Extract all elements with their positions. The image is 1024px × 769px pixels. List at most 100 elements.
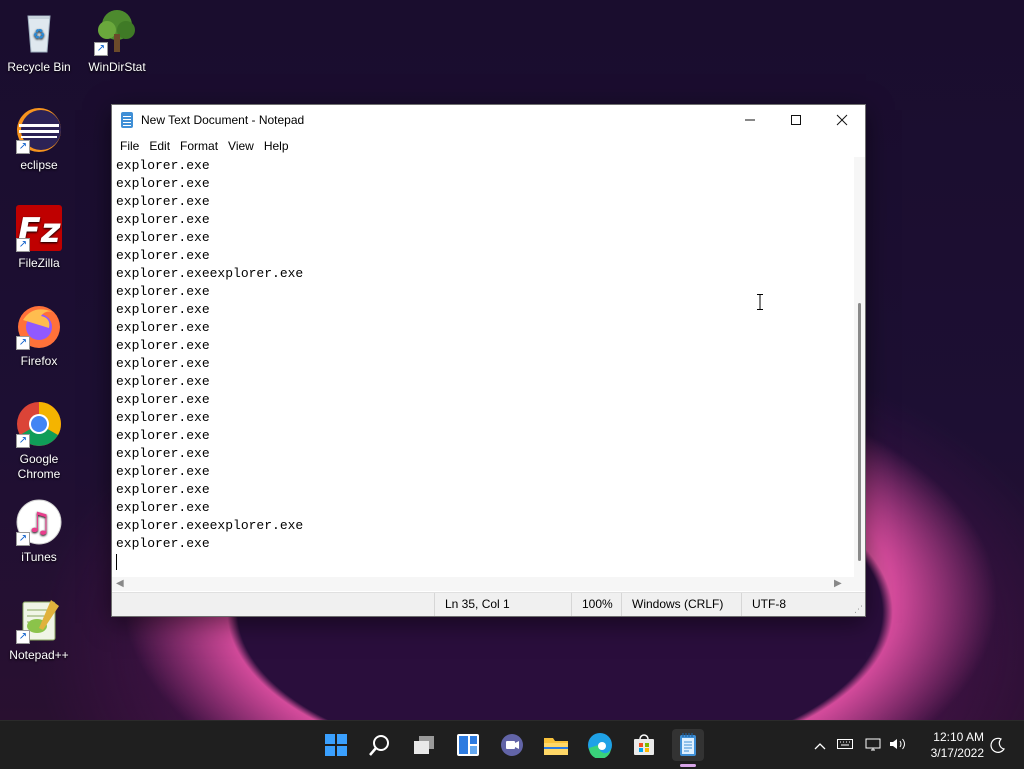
editor-lines: explorer.exe explorer.exe explorer.exe e… [112, 157, 854, 571]
scrollbar-corner [854, 577, 865, 591]
edge-button[interactable] [584, 729, 616, 761]
shortcut-arrow-icon: ↗ [16, 434, 30, 448]
notepad-icon [680, 733, 696, 756]
desktop-icon-windirstat[interactable]: ↗ WinDirStat [78, 8, 156, 75]
text-line: explorer.exe [116, 338, 210, 353]
desktop-icon-recycle-bin[interactable]: ♻ Recycle Bin [0, 8, 78, 75]
close-button[interactable] [819, 105, 865, 135]
clock-date: 3/17/2022 [930, 746, 984, 760]
text-line: explorer.exe [116, 428, 210, 443]
desktop-icon-itunes[interactable]: ♫ ↗ iTunes [0, 498, 78, 565]
window-title: New Text Document - Notepad [141, 113, 305, 127]
widgets-button[interactable] [452, 729, 484, 761]
edge-icon [588, 733, 612, 758]
maximize-icon [791, 115, 801, 125]
menu-help[interactable]: Help [259, 139, 294, 153]
close-icon [836, 114, 848, 126]
active-app-indicator [680, 764, 696, 767]
chrome-icon: ↗ [15, 400, 63, 448]
status-encoding: UTF-8 [741, 593, 842, 616]
desktop-icon-notepad-plus-plus[interactable]: ↗ Notepad++ [0, 596, 78, 663]
notepad-plus-plus-icon: ↗ [15, 596, 63, 644]
text-line: explorer.exe [116, 320, 210, 335]
notepad-icon [121, 112, 133, 128]
text-line: explorer.exe [116, 158, 210, 173]
text-line: explorer.exe [116, 284, 210, 299]
keyboard-icon[interactable] [830, 738, 860, 753]
taskbar: 12:10 AM 3/17/2022 [0, 720, 1024, 769]
text-line: explorer.exe [116, 374, 210, 389]
start-icon [325, 734, 347, 756]
search-button[interactable] [364, 729, 396, 761]
text-line: explorer.exe [116, 356, 210, 371]
file-explorer-button[interactable] [540, 729, 572, 761]
desktop-icon-label: iTunes [21, 550, 57, 564]
desktop-icon-label: Notepad++ [9, 648, 69, 662]
store-icon [634, 734, 654, 755]
text-line: explorer.exeexplorer.exe [116, 518, 304, 533]
firefox-icon: ↗ [15, 302, 63, 350]
start-button[interactable] [320, 729, 352, 761]
caret-line [116, 553, 854, 571]
search-icon [369, 735, 389, 756]
menu-view[interactable]: View [223, 139, 259, 153]
desktop-icon-label: eclipse [20, 158, 58, 172]
text-line: explorer.exe [116, 446, 210, 461]
shortcut-arrow-icon: ↗ [16, 630, 30, 644]
text-editor[interactable]: explorer.exe explorer.exe explorer.exe e… [112, 157, 854, 577]
vertical-scrollbar[interactable] [854, 157, 865, 577]
network-icon[interactable] [860, 737, 886, 754]
desktop-icon-eclipse[interactable]: ↗ eclipse [0, 106, 78, 173]
volume-icon[interactable] [886, 737, 910, 754]
notepad-taskbar-button[interactable] [672, 729, 704, 761]
shortcut-arrow-icon: ↗ [94, 42, 108, 56]
text-line: explorer.exe [116, 212, 210, 227]
desktop-icon-label: WinDirStat [88, 60, 146, 74]
system-tray [810, 721, 930, 769]
ibeam-cursor-icon [757, 294, 763, 310]
chat-button[interactable] [496, 729, 528, 761]
menu-format[interactable]: Format [175, 139, 223, 153]
shortcut-arrow-icon: ↗ [16, 238, 30, 252]
status-zoom: 100% [571, 593, 622, 616]
scroll-left-icon[interactable]: ◀ [116, 578, 124, 589]
menu-file[interactable]: File [115, 139, 144, 153]
resize-grip-icon[interactable]: ⋰ [854, 604, 863, 615]
text-line: explorer.exe [116, 194, 210, 209]
svg-text:♻: ♻ [33, 27, 46, 43]
task-view-button[interactable] [408, 729, 440, 761]
status-cursor-position: Ln 35, Col 1 [434, 593, 569, 616]
text-line: explorer.exe [116, 536, 210, 551]
desktop-icon-label: Recycle Bin [7, 60, 71, 74]
text-line: explorer.exe [116, 392, 210, 407]
minimize-button[interactable] [727, 105, 773, 135]
text-line: explorer.exe [116, 176, 210, 191]
show-hidden-icons-icon[interactable] [810, 738, 830, 753]
text-line: explorer.exe [116, 500, 210, 515]
task-view-icon [414, 736, 434, 754]
title-bar[interactable]: New Text Document - Notepad [112, 105, 865, 135]
notification-moon-icon[interactable] [990, 737, 1006, 758]
recycle-bin-icon: ♻ [15, 8, 63, 56]
notepad-window[interactable]: New Text Document - Notepad File Edit Fo… [111, 104, 866, 617]
text-caret [116, 553, 117, 570]
desktop-icon-filezilla[interactable]: Fz ↗ FileZilla [0, 204, 78, 271]
desktop-icon-label: Firefox [20, 354, 58, 368]
windirstat-icon: ↗ [93, 8, 141, 56]
horizontal-scrollbar[interactable]: ◀ ▶ [112, 577, 854, 591]
text-line: explorer.exeexplorer.exe [116, 266, 304, 281]
menu-edit[interactable]: Edit [144, 139, 175, 153]
maximize-button[interactable] [773, 105, 819, 135]
clock[interactable]: 12:10 AM 3/17/2022 [931, 729, 984, 761]
vertical-scroll-thumb[interactable] [858, 303, 861, 561]
desktop-icon-google-chrome[interactable]: ↗ Google Chrome [0, 400, 78, 482]
desktop-icon-firefox[interactable]: ↗ Firefox [0, 302, 78, 369]
store-button[interactable] [628, 729, 660, 761]
shortcut-arrow-icon: ↗ [16, 532, 30, 546]
shortcut-arrow-icon: ↗ [16, 140, 30, 154]
filezilla-icon: Fz ↗ [15, 204, 63, 252]
menu-bar: File Edit Format View Help [112, 135, 865, 157]
scroll-right-icon[interactable]: ▶ [834, 578, 842, 589]
status-line-endings: Windows (CRLF) [621, 593, 740, 616]
chat-icon [501, 734, 523, 756]
